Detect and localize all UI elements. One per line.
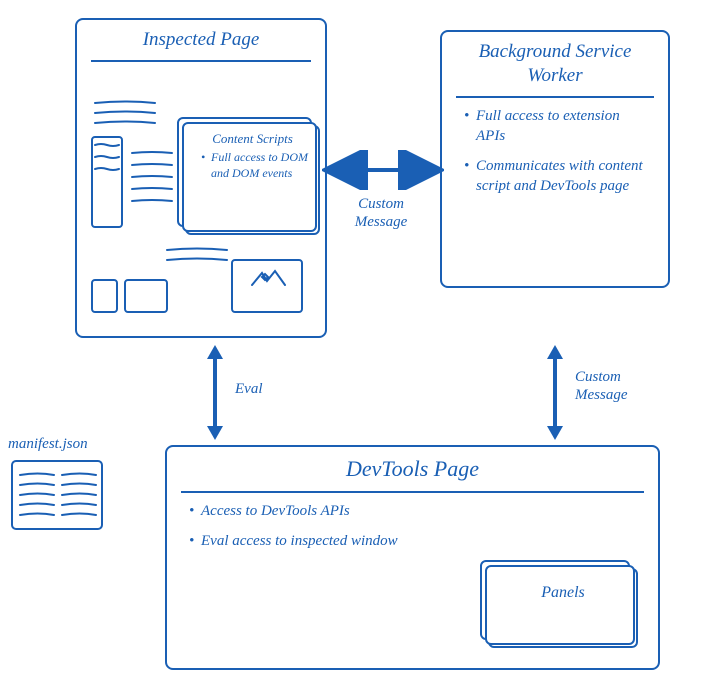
panels-label: Panels bbox=[490, 570, 636, 604]
background-box: Background Service Worker Full access to… bbox=[440, 30, 670, 288]
arrow-eval-icon bbox=[200, 345, 230, 440]
content-scripts-box: Content Scripts Full access to DOM and D… bbox=[185, 125, 320, 235]
manifest-label: manifest.json bbox=[8, 435, 108, 453]
content-scripts-title: Content Scripts bbox=[187, 127, 318, 149]
arrow-eval-label: Eval bbox=[235, 380, 263, 398]
background-bullets: Full access to extension APIs Communicat… bbox=[442, 106, 668, 217]
divider bbox=[91, 60, 311, 62]
background-bullet-1: Full access to extension APIs bbox=[464, 106, 650, 147]
inspected-page-title: Inspected Page bbox=[77, 20, 325, 56]
arrow-custom-msg-icon bbox=[540, 345, 570, 440]
devtools-bullet-2: Eval access to inspected window bbox=[189, 531, 498, 551]
devtools-box: DevTools Page Access to DevTools APIs Ev… bbox=[165, 445, 660, 670]
panels-box: Panels bbox=[488, 568, 638, 648]
arrow-horizontal-label: Custom Message bbox=[346, 195, 416, 231]
divider bbox=[181, 491, 644, 493]
content-scripts-bullet: Full access to DOM and DOM events bbox=[201, 149, 308, 181]
devtools-title: DevTools Page bbox=[167, 447, 658, 487]
devtools-bullet-1: Access to DevTools APIs bbox=[189, 501, 498, 521]
background-bullet-2: Communicates with content script and Dev… bbox=[464, 156, 650, 197]
manifest-icon: manifest.json bbox=[8, 435, 108, 540]
content-scripts-bullets: Full access to DOM and DOM events bbox=[187, 149, 318, 191]
arrow-custom-msg-label: Custom Message bbox=[575, 368, 645, 404]
divider bbox=[456, 96, 654, 98]
arrow-horizontal-icon bbox=[322, 150, 444, 190]
inspected-page-box: Inspected Page Content Scripts Full acce… bbox=[75, 18, 327, 338]
background-title: Background Service Worker bbox=[442, 32, 668, 92]
